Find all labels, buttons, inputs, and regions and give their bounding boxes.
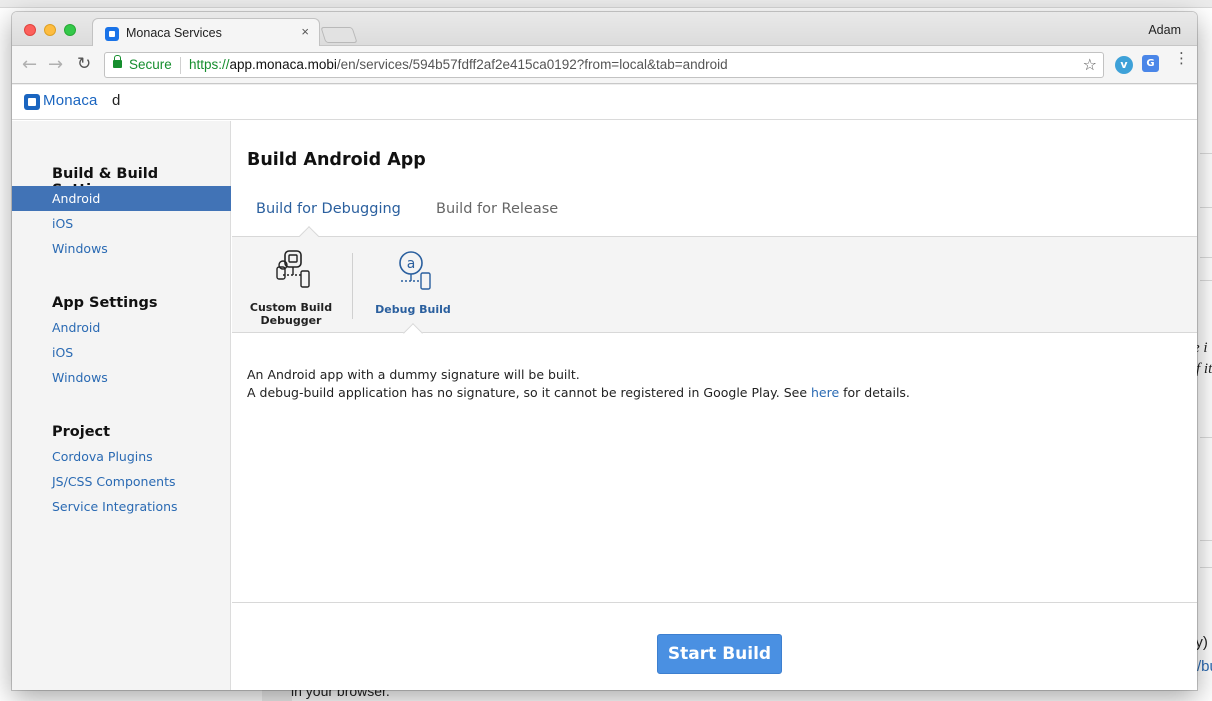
build-tabs: Build for Debugging Build for Release <box>232 191 1197 237</box>
main-content: Build Android App Build for Debugging Bu… <box>232 121 1197 690</box>
svg-text:a: a <box>407 256 416 272</box>
custom-build-debugger-label-line1: Custom Build <box>249 301 333 314</box>
back-arrow-icon[interactable]: ← <box>22 54 37 75</box>
background-divider <box>1200 153 1212 154</box>
url-host: app.monaca.mobi <box>229 57 337 72</box>
sidebar-heading-app-settings: App Settings <box>52 295 158 311</box>
custom-build-debugger-label: Custom Build Debugger <box>236 301 346 327</box>
background-divider <box>1200 280 1212 281</box>
lock-icon <box>113 55 122 68</box>
address-bar[interactable]: Secure https://app.monaca.mobi/en/servic… <box>104 52 1104 78</box>
background-divider <box>1200 437 1212 438</box>
browser-chrome: Monaca Services × Adam ← → ↻ Secure http… <box>12 12 1197 86</box>
bookmark-star-icon[interactable]: ☆ <box>1083 55 1097 74</box>
background-text: f it <box>1196 361 1212 377</box>
sidebar-item-js-css-components[interactable]: JS/CSS Components <box>12 469 231 494</box>
url-protocol: https:// <box>189 57 230 72</box>
browser-window: Monaca Services × Adam ← → ↻ Secure http… <box>12 12 1197 690</box>
tab-close-icon[interactable]: × <box>301 24 309 39</box>
background-divider <box>1200 207 1212 208</box>
zoom-window-button[interactable] <box>64 24 76 36</box>
sidebar-item-service-integrations[interactable]: Service Integrations <box>12 494 231 519</box>
reload-icon[interactable]: ↻ <box>77 54 91 74</box>
browser-toolbar: ← → ↻ Secure https://app.monaca.mobi/en/… <box>12 46 1197 84</box>
address-divider <box>180 57 181 74</box>
sidebar-item-cordova-plugins[interactable]: Cordova Plugins <box>12 444 231 469</box>
monaca-logo-icon[interactable] <box>24 94 40 110</box>
browser-tab[interactable]: Monaca Services × <box>92 18 320 47</box>
description-line-2-suffix: for details. <box>839 385 910 400</box>
build-type-options: Custom Build Debugger a Debug Build <box>232 226 1197 343</box>
forward-arrow-icon[interactable]: → <box>48 54 63 75</box>
project-name[interactable]: d <box>112 92 120 109</box>
start-build-button[interactable]: Start Build <box>657 634 782 674</box>
background-strip <box>0 0 1212 8</box>
debug-build-option[interactable]: a Debug Build <box>358 249 468 316</box>
new-tab-button[interactable] <box>320 27 358 43</box>
custom-build-debugger-icon <box>276 250 310 288</box>
profile-name[interactable]: Adam <box>1148 23 1181 37</box>
close-window-button[interactable] <box>24 24 36 36</box>
description-line-2-text: A debug-build application has no signatu… <box>247 385 811 400</box>
build-description: An Android app with a dummy signature wi… <box>247 366 910 402</box>
page-title: Build Android App <box>247 150 426 170</box>
sidebar-item-build-android[interactable]: Android <box>12 186 231 211</box>
background-divider <box>1200 567 1212 568</box>
background-divider <box>1200 540 1212 541</box>
sidebar-item-app-windows[interactable]: Windows <box>12 365 231 390</box>
sidebar-item-app-ios[interactable]: iOS <box>12 340 231 365</box>
secure-label: Secure <box>129 57 172 72</box>
debug-build-icon: a <box>399 251 431 290</box>
debug-build-label: Debug Build <box>375 303 451 316</box>
tab-build-for-release[interactable]: Build for Release <box>436 201 558 217</box>
monaca-logo-text[interactable]: Monaca <box>43 92 98 109</box>
background-divider <box>1200 257 1212 258</box>
custom-build-debugger-option[interactable]: Custom Build Debugger <box>236 249 346 327</box>
description-line-2: A debug-build application has no signatu… <box>247 384 910 402</box>
background-text: /bu <box>1197 658 1212 675</box>
sidebar-item-app-android[interactable]: Android <box>12 315 231 340</box>
sidebar-item-build-windows[interactable]: Windows <box>12 236 231 261</box>
translate-extension-icon[interactable]: G <box>1142 55 1159 72</box>
tab-strip: Monaca Services × Adam <box>12 12 1197 47</box>
option-divider <box>352 253 353 319</box>
tab-build-for-debugging[interactable]: Build for Debugging <box>256 201 401 217</box>
browser-menu-icon[interactable]: ⋮ <box>1174 51 1189 66</box>
custom-build-debugger-label-line2: Debugger <box>260 314 322 327</box>
sidebar-heading-project: Project <box>52 424 111 440</box>
build-footer: Start Build <box>232 602 1197 690</box>
sidebar: Build & Build Settings Android iOS Windo… <box>12 121 231 690</box>
minimize-window-button[interactable] <box>44 24 56 36</box>
app-header: Monaca d <box>12 85 1197 120</box>
extension-icon[interactable]: v <box>1115 56 1133 74</box>
selected-option-pointer <box>403 323 423 343</box>
tab-title: Monaca Services <box>126 26 222 40</box>
description-line-1: An Android app with a dummy signature wi… <box>247 367 580 382</box>
url-path: /en/services/594b57fdff2af2e415ca0192?fr… <box>336 57 728 72</box>
sidebar-item-build-ios[interactable]: iOS <box>12 211 231 236</box>
monaca-favicon-icon <box>105 27 119 41</box>
url-text[interactable]: https://app.monaca.mobi/en/services/594b… <box>189 57 728 72</box>
details-link[interactable]: here <box>811 385 839 400</box>
background-column <box>262 690 292 701</box>
